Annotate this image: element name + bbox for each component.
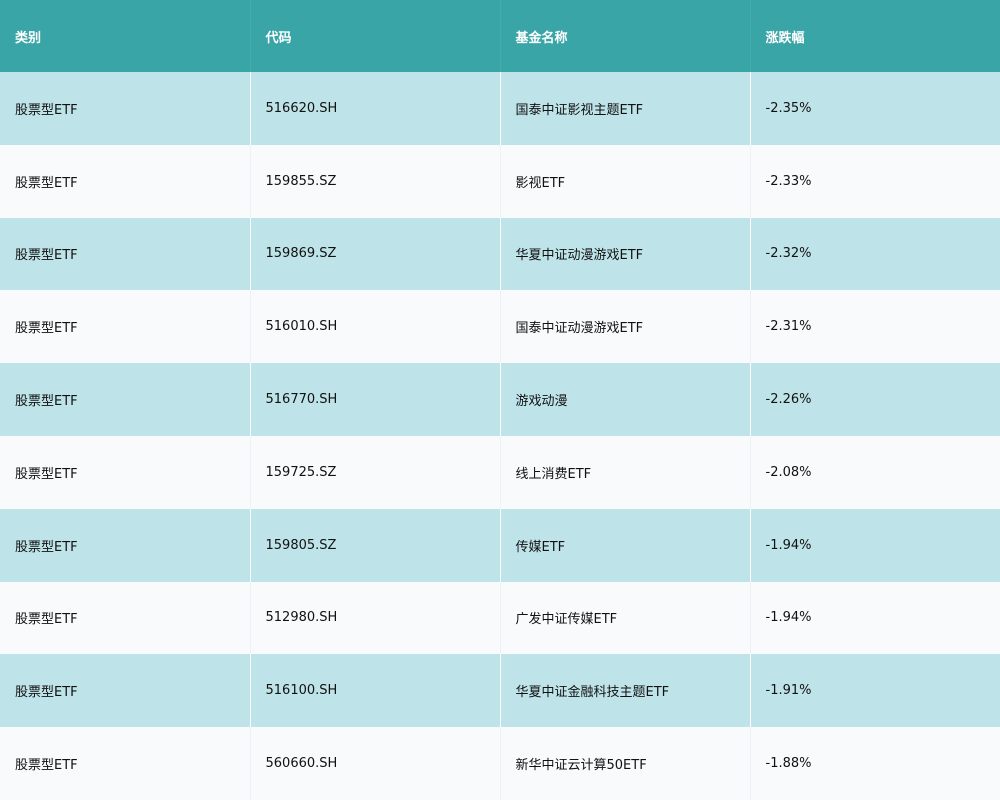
cell-code: 516010.SH bbox=[250, 290, 501, 364]
cell-fund-name: 广发中证传媒ETF bbox=[500, 581, 751, 655]
column-header-code[interactable]: 代码 bbox=[250, 0, 501, 72]
table-row[interactable]: 股票型ETF 159725.SZ 线上消费ETF -2.08% bbox=[0, 435, 1000, 509]
cell-code: 516620.SH bbox=[250, 72, 501, 145]
cell-change: -1.88% bbox=[765, 756, 812, 772]
cell-category: 股票型ETF bbox=[0, 72, 251, 145]
cell-code: 516100.SH bbox=[250, 654, 501, 728]
table-row[interactable]: 股票型ETF 560660.SH 新华中证云计算50ETF -1.88% bbox=[0, 727, 1000, 800]
cell-change: -1.94% bbox=[765, 537, 812, 553]
cell-fund-name: 游戏动漫 bbox=[500, 363, 751, 436]
table-row[interactable]: 股票型ETF 159805.SZ 传媒ETF -1.94% bbox=[0, 508, 1000, 582]
cell-change: -1.94% bbox=[765, 610, 812, 626]
cell-fund-name: 新华中证云计算50ETF bbox=[500, 727, 751, 800]
column-header-fund-name[interactable]: 基金名称 bbox=[500, 0, 751, 72]
cell-category: 股票型ETF bbox=[0, 435, 251, 509]
header-row: 类别 代码 基金名称 涨跌幅 bbox=[0, 0, 1000, 72]
cell-change: -2.32% bbox=[765, 246, 812, 262]
cell-code: 516770.SH bbox=[250, 363, 501, 436]
table-row[interactable]: 股票型ETF 512980.SH 广发中证传媒ETF -1.94% bbox=[0, 581, 1000, 655]
table-header: 类别 代码 基金名称 涨跌幅 bbox=[0, 0, 1000, 72]
table-row[interactable]: 股票型ETF 159869.SZ 华夏中证动漫游戏ETF -2.32% bbox=[0, 217, 1000, 291]
table-row[interactable]: 股票型ETF 516010.SH 国泰中证动漫游戏ETF -2.31% bbox=[0, 290, 1000, 364]
cell-change: -2.26% bbox=[765, 392, 812, 408]
cell-change: -2.33% bbox=[765, 173, 812, 189]
cell-category: 股票型ETF bbox=[0, 508, 251, 582]
cell-change: -2.35% bbox=[765, 100, 812, 116]
cell-fund-name: 华夏中证动漫游戏ETF bbox=[500, 217, 751, 291]
cell-fund-name: 影视ETF bbox=[500, 144, 751, 218]
cell-fund-name: 华夏中证金融科技主题ETF bbox=[500, 654, 751, 728]
table-row[interactable]: 股票型ETF 516620.SH 国泰中证影视主题ETF -2.35% bbox=[0, 72, 1000, 145]
cell-fund-name: 线上消费ETF bbox=[500, 435, 751, 509]
table-row[interactable]: 股票型ETF 159855.SZ 影视ETF -2.33% bbox=[0, 144, 1000, 218]
cell-change: -1.91% bbox=[765, 683, 812, 699]
etf-table: 类别 代码 基金名称 涨跌幅 股票型ETF 516620.SH 国泰中证影视主题ET… bbox=[0, 0, 1000, 800]
cell-change: -2.08% bbox=[765, 464, 812, 480]
table-row[interactable]: 股票型ETF 516100.SH 华夏中证金融科技主题ETF -1.91% bbox=[0, 654, 1000, 728]
column-header-change[interactable]: 涨跌幅 bbox=[750, 0, 1000, 72]
table-body: 股票型ETF 516620.SH 国泰中证影视主题ETF -2.35% 股票型ETF 15… bbox=[0, 72, 1000, 800]
cell-change: -2.31% bbox=[765, 319, 812, 335]
cell-code: 159855.SZ bbox=[250, 144, 501, 218]
cell-code: 159805.SZ bbox=[250, 508, 501, 582]
cell-code: 159725.SZ bbox=[250, 435, 501, 509]
cell-fund-name: 国泰中证动漫游戏ETF bbox=[500, 290, 751, 364]
etf-table-container: 类别 代码 基金名称 涨跌幅 股票型ETF 516620.SH 国泰中证影视主题ET… bbox=[0, 0, 1000, 800]
cell-category: 股票型ETF bbox=[0, 290, 251, 364]
cell-category: 股票型ETF bbox=[0, 727, 251, 800]
cell-category: 股票型ETF bbox=[0, 581, 251, 655]
cell-category: 股票型ETF bbox=[0, 654, 251, 728]
cell-category: 股票型ETF bbox=[0, 363, 251, 436]
cell-code: 560660.SH bbox=[250, 727, 501, 800]
cell-fund-name: 传媒ETF bbox=[500, 508, 751, 582]
cell-fund-name: 国泰中证影视主题ETF bbox=[500, 72, 751, 145]
cell-code: 159869.SZ bbox=[250, 217, 501, 291]
cell-code: 512980.SH bbox=[250, 581, 501, 655]
cell-category: 股票型ETF bbox=[0, 217, 251, 291]
cell-category: 股票型ETF bbox=[0, 144, 251, 218]
table-row[interactable]: 股票型ETF 516770.SH 游戏动漫 -2.26% bbox=[0, 363, 1000, 436]
column-header-category[interactable]: 类别 bbox=[0, 0, 251, 72]
